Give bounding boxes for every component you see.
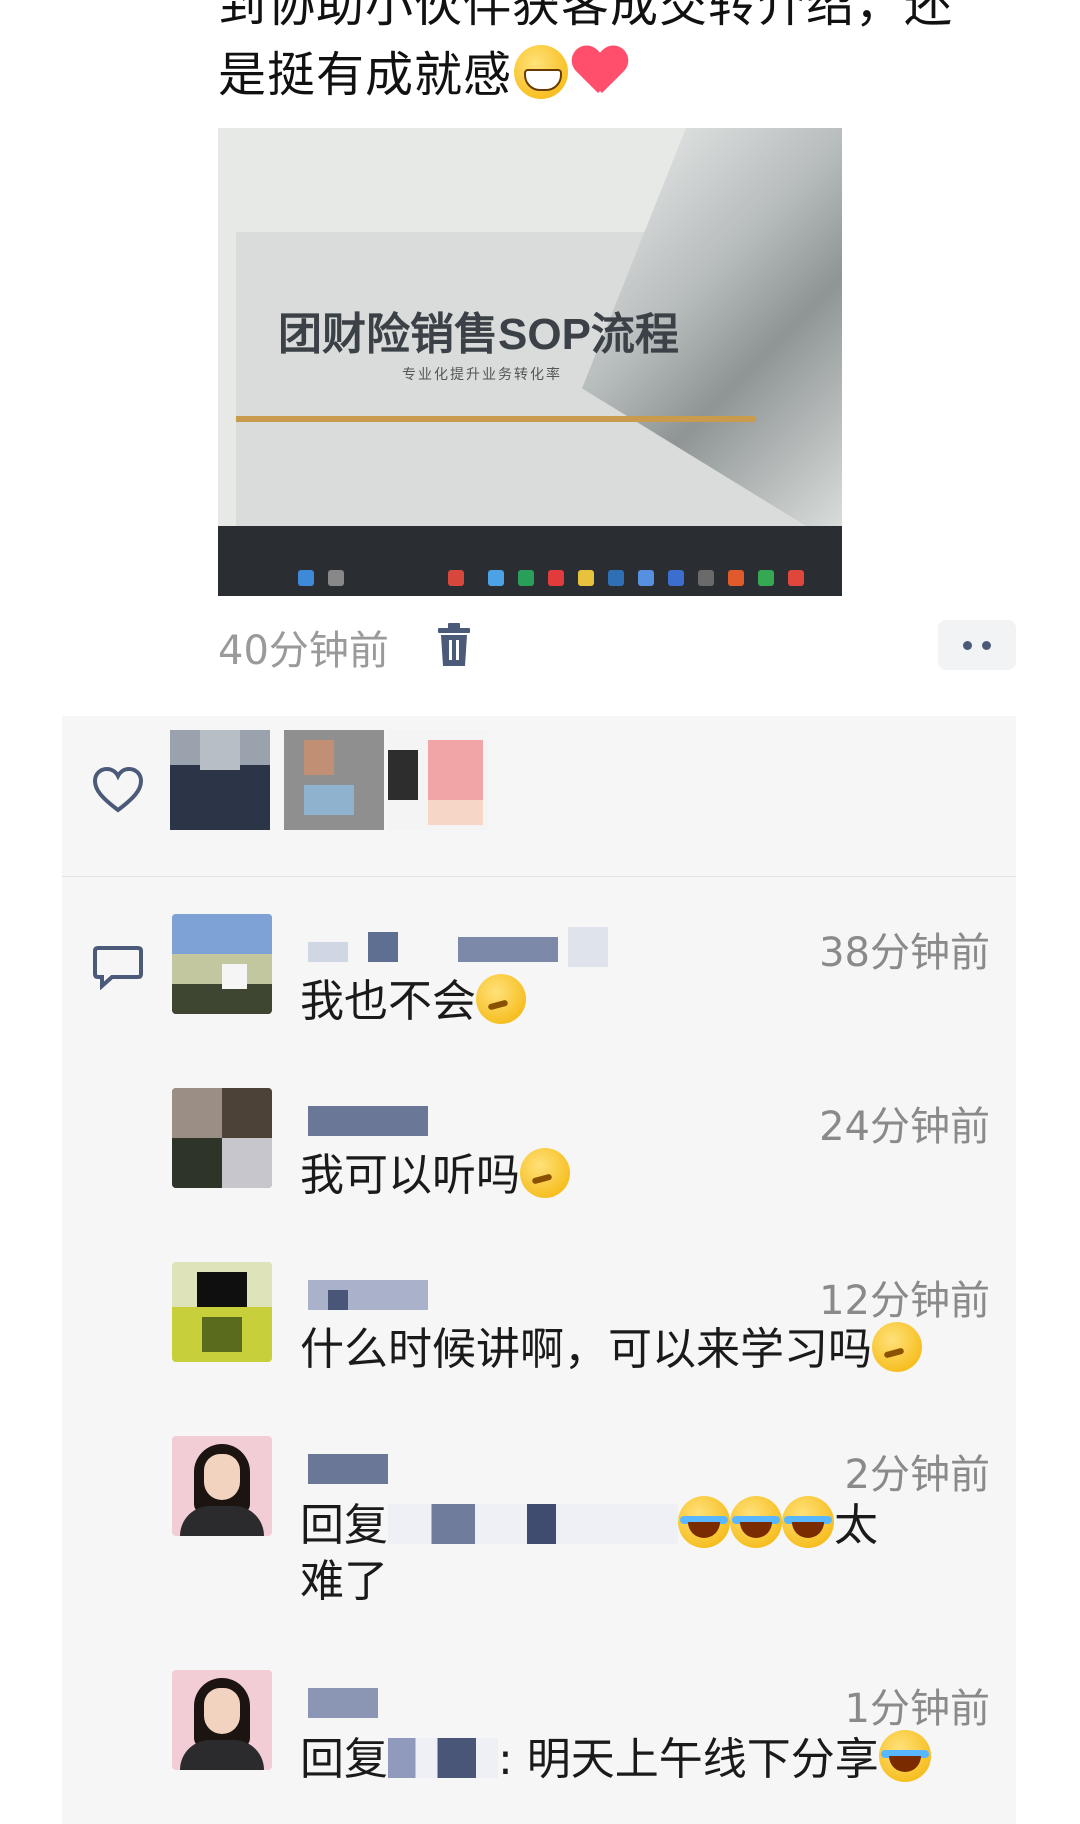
comment-text: 回复 : 明天上午线下分享: [300, 1730, 990, 1788]
commenter-name-blurred[interactable]: [308, 1678, 668, 1728]
liker-avatar-1[interactable]: [170, 730, 270, 830]
screen-taskbar: [218, 526, 842, 596]
slide-subtitle: 专业化提升业务转化率: [402, 367, 562, 383]
reply-prefix: 回复: [300, 1734, 388, 1785]
comment-text: 我也不会: [300, 974, 990, 1030]
more-dot: [982, 640, 991, 650]
commenter-avatar[interactable]: [172, 1088, 272, 1188]
grin-emoji-icon: [514, 45, 569, 99]
tears-of-joy-emoji-icon: [878, 1730, 931, 1782]
trash-icon[interactable]: [434, 622, 474, 668]
post-text: 到协助小伙伴获客成交转介绍，还 是挺有成就感: [218, 0, 1018, 110]
avatar-face: [204, 1688, 240, 1734]
reply-target-blurred: [388, 1738, 498, 1778]
commenter-avatar[interactable]: [172, 1436, 272, 1536]
more-dot: [963, 640, 972, 650]
comment-text: 什么时候讲啊，可以来学习吗: [300, 1322, 990, 1378]
taskbar-icon: [518, 570, 534, 586]
taskbar-icon: [668, 570, 684, 586]
heart-outline-icon: [92, 766, 144, 813]
avatar-face: [204, 1454, 240, 1500]
thinking-face-emoji-icon: [476, 974, 526, 1024]
comment-icon: [93, 946, 143, 990]
commenter-avatar[interactable]: [172, 1670, 272, 1770]
avatar-body: [180, 1506, 264, 1536]
comment-time: 2分钟前: [844, 1452, 990, 1498]
heart-emoji-icon: [572, 47, 628, 97]
liker-avatar-3[interactable]: [388, 730, 488, 830]
post-text-line-2-text: 是挺有成就感: [218, 47, 513, 103]
comment-text-body: 我可以听吗: [300, 1150, 520, 1201]
post-text-line-2: 是挺有成就感: [218, 40, 1018, 110]
taskbar-icon: [728, 570, 744, 586]
post-image[interactable]: 团财险销售SOP流程 专业化提升业务转化率: [218, 128, 842, 596]
liker-avatar-2[interactable]: [284, 730, 384, 830]
taskbar-icon: [578, 570, 594, 586]
taskbar-icon: [698, 570, 714, 586]
taskbar-icon: [548, 570, 564, 586]
tears-of-joy-emoji-icon: [782, 1496, 834, 1548]
thinking-face-emoji-icon: [520, 1148, 570, 1198]
slide-rule: [236, 416, 756, 422]
taskbar-icon: [328, 570, 344, 586]
comment-time: 1分钟前: [844, 1686, 990, 1732]
comment-text: 回复 太难了: [300, 1496, 990, 1610]
taskbar-icon: [638, 570, 654, 586]
commenter-avatar[interactable]: [172, 1262, 272, 1362]
post-time: 40分钟前: [218, 628, 389, 674]
taskbar-icon: [298, 570, 314, 586]
reply-prefix: 回复: [300, 1500, 388, 1551]
comment-text: 我可以听吗: [300, 1148, 990, 1204]
taskbar-icon: [448, 570, 464, 586]
taskbar-icon: [758, 570, 774, 586]
tears-of-joy-emoji-icon: [730, 1496, 782, 1548]
more-button[interactable]: [938, 620, 1016, 670]
comment-text-after: 太: [834, 1500, 878, 1551]
avatar-body: [180, 1740, 264, 1770]
taskbar-icon: [488, 570, 504, 586]
commenter-avatar[interactable]: [172, 914, 272, 1014]
tears-of-joy-emoji-icon: [678, 1496, 730, 1548]
comment-time: 38分钟前: [819, 930, 990, 976]
taskbar-icon: [608, 570, 624, 586]
commenter-name-blurred[interactable]: [308, 1444, 668, 1494]
comment-text-after: : 明天上午线下分享: [498, 1734, 879, 1785]
commenter-name-blurred[interactable]: [308, 1096, 668, 1146]
taskbar-icon: [788, 570, 804, 586]
comment-time: 12分钟前: [819, 1278, 990, 1324]
likes-row: [62, 716, 1016, 877]
reply-target-blurred: [388, 1504, 678, 1544]
thinking-face-emoji-icon: [872, 1322, 922, 1372]
comment-time: 24分钟前: [819, 1104, 990, 1150]
post-text-line-1: 到协助小伙伴获客成交转介绍，还: [218, 0, 954, 33]
interaction-panel: 38分钟前 我也不会 24分钟前 我可以听吗 12分钟前 什么时候讲啊，可以来学…: [62, 716, 1016, 1824]
commenter-name-blurred[interactable]: [308, 922, 668, 972]
comment-text-line-2: 难了: [300, 1556, 388, 1607]
comment-text-body: 什么时候讲啊，可以来学习吗: [300, 1324, 872, 1375]
comment-text-body: 我也不会: [300, 976, 476, 1027]
commenter-name-blurred[interactable]: [308, 1270, 668, 1320]
slide-title: 团财险销售SOP流程: [278, 310, 679, 359]
